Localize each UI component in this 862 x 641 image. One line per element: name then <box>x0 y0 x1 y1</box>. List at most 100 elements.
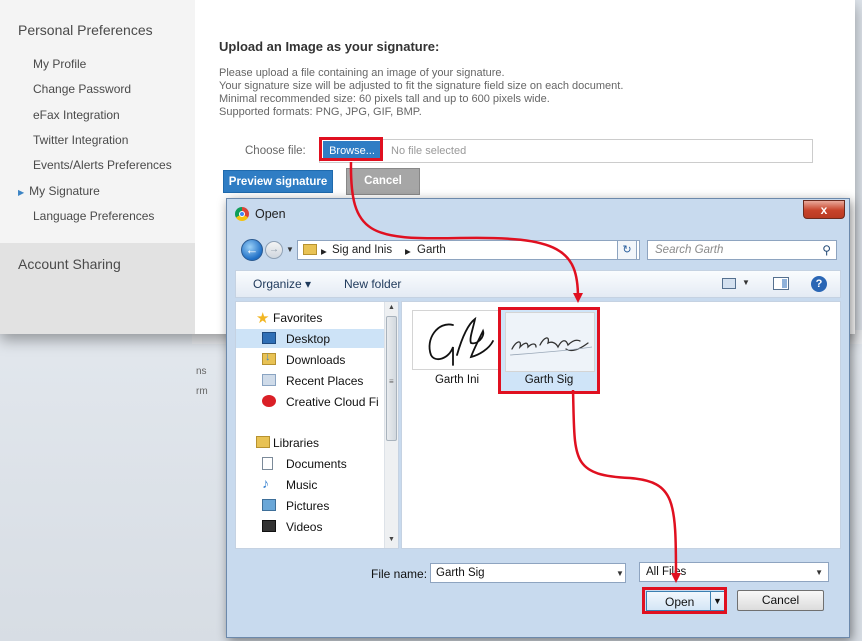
search-placeholder: Search Garth <box>655 244 724 256</box>
nav-item-recent-places[interactable]: Recent Places <box>236 371 386 390</box>
change-view-icon[interactable] <box>722 278 736 289</box>
dialog-cancel-button[interactable]: Cancel <box>737 590 824 611</box>
downloads-icon: ↓ <box>262 351 276 365</box>
recent-locations-dropdown[interactable]: ▼ <box>286 245 294 254</box>
file-name-value: Garth Sig <box>436 567 485 579</box>
browse-highlight-box <box>319 137 383 161</box>
nav-item-label: Music <box>286 478 318 492</box>
file-item-garth-ini[interactable]: Garth Ini <box>407 310 507 392</box>
account-sharing-label: Account Sharing <box>18 256 121 272</box>
nav-item-pictures[interactable]: Pictures <box>236 496 386 515</box>
file-type-select[interactable]: All Files ▼ <box>639 562 829 582</box>
sidebar-item-events-alerts[interactable]: Events/Alerts Preferences <box>33 158 172 172</box>
upload-instruction: Please upload a file containing an image… <box>219 67 505 79</box>
dialog-title: Open <box>255 207 286 221</box>
nav-item-label: Downloads <box>286 353 346 367</box>
nav-item-videos[interactable]: Videos <box>236 517 386 536</box>
chrome-icon <box>235 207 249 221</box>
nav-item-desktop[interactable]: Desktop <box>236 329 386 348</box>
creative-cloud-icon <box>262 395 276 407</box>
sidebar: Personal Preferences My Profile Change P… <box>0 0 195 334</box>
nav-item-label: Libraries <box>273 436 320 450</box>
sidebar-item-twitter-integration[interactable]: Twitter Integration <box>33 133 128 147</box>
music-icon: ♪ <box>262 475 269 491</box>
desktop-icon <box>262 332 276 344</box>
chevron-down-icon[interactable]: ▼ <box>815 568 823 577</box>
upload-instruction: Your signature size will be adjusted to … <box>219 80 624 92</box>
nav-item-creative-cloud-files[interactable]: Creative Cloud Fi <box>236 392 386 411</box>
sidebar-section-account-sharing[interactable]: Account Sharing <box>0 243 195 334</box>
documents-icon <box>262 457 273 470</box>
scrollbar-thumb[interactable]: ≡ <box>386 316 397 441</box>
sidebar-item-change-password[interactable]: Change Password <box>33 82 131 96</box>
signature-thumbnail-sig <box>505 312 595 372</box>
nav-item-documents[interactable]: Documents <box>236 454 386 473</box>
recent-places-icon <box>262 374 276 386</box>
nav-item-music[interactable]: ♪ Music <box>236 475 386 494</box>
upload-instruction: Supported formats: PNG, JPG, GIF, BMP. <box>219 106 422 118</box>
nav-item-downloads[interactable]: ↓ Downloads <box>236 350 386 369</box>
file-name-label: File name: <box>371 567 428 581</box>
file-name-input[interactable]: Garth Sig ▼ <box>430 563 626 583</box>
help-icon[interactable]: ? <box>811 276 827 292</box>
back-arrow-icon: ← <box>245 242 259 257</box>
file-name-label: Garth Ini <box>434 374 480 386</box>
forward-arrow-icon: → <box>269 244 279 255</box>
navigation-scrollbar[interactable]: ▲ ≡ ▼ <box>384 302 398 548</box>
breadcrumb-separator-icon: ▸ <box>321 246 327 258</box>
refresh-button[interactable]: ↻ <box>617 240 637 260</box>
sidebar-item-my-signature[interactable]: ▶ My Signature <box>18 184 100 198</box>
search-icon[interactable]: ⚲ <box>822 243 831 257</box>
grip-icon: ≡ <box>389 377 394 386</box>
breadcrumb-item[interactable]: Sig and Inis <box>332 244 392 256</box>
file-list-pane: Garth Ini Garth Sig <box>401 301 841 549</box>
address-row: ← → ▼ ▸ Sig and Inis ▸ Garth ▼ ↻ Search … <box>227 235 849 265</box>
chevron-down-icon[interactable]: ▼ <box>616 569 624 578</box>
file-type-value: All Files <box>646 566 687 578</box>
chevron-down-icon[interactable]: ▼ <box>742 278 750 287</box>
sidebar-item-efax-integration[interactable]: eFax Integration <box>33 108 120 122</box>
pictures-icon <box>262 499 276 511</box>
close-button[interactable]: x <box>803 200 845 219</box>
breadcrumb-separator-icon: ▸ <box>405 246 411 258</box>
preview-signature-button[interactable]: Preview signature <box>223 170 333 193</box>
nav-item-label: Pictures <box>286 499 330 513</box>
forward-button[interactable]: → <box>265 241 283 259</box>
nav-item-label: Desktop <box>286 332 331 346</box>
sidebar-title: Personal Preferences <box>18 22 153 38</box>
background-text-fragment: ns <box>196 366 207 377</box>
background-text-fragment: rm <box>196 386 208 397</box>
file-item-garth-sig[interactable]: Garth Sig <box>498 307 600 394</box>
back-button[interactable]: ← <box>241 239 263 261</box>
address-bar[interactable]: ▸ Sig and Inis ▸ Garth ▼ <box>297 240 640 260</box>
search-input[interactable]: Search Garth ⚲ <box>647 240 837 260</box>
dialog-titlebar[interactable]: Open x <box>227 199 849 231</box>
file-status-text: No file selected <box>391 145 467 157</box>
libraries-icon <box>256 436 270 448</box>
organize-menu[interactable]: Organize ▾ <box>253 277 311 291</box>
preview-pane-icon[interactable] <box>773 277 789 290</box>
sidebar-item-my-profile[interactable]: My Profile <box>33 57 86 71</box>
breadcrumb-item[interactable]: Garth <box>417 244 446 256</box>
sidebar-item-label: My Signature <box>29 184 100 198</box>
nav-item-label: Videos <box>286 520 323 534</box>
open-highlight-box <box>642 587 727 614</box>
nav-item-favorites[interactable]: ★ Favorites <box>236 308 386 327</box>
cancel-button[interactable]: Cancel <box>346 168 420 195</box>
navigation-pane: ★ Favorites Desktop ↓ Downloads Recent P… <box>235 301 399 549</box>
folder-icon <box>303 244 317 255</box>
upload-instruction: Minimal recommended size: 60 pixels tall… <box>219 93 550 105</box>
choose-file-label: Choose file: <box>245 145 306 157</box>
scroll-up-icon[interactable]: ▲ <box>388 304 395 311</box>
signature-thumbnail-ini <box>412 310 502 370</box>
open-file-dialog: Open x ← → ▼ ▸ Sig and Inis ▸ Garth ▼ ↻ … <box>226 198 850 638</box>
dialog-toolbar: Organize ▾ New folder ▼ ? <box>235 270 841 298</box>
upload-title: Upload an Image as your signature: <box>219 39 440 54</box>
scroll-down-icon[interactable]: ▼ <box>388 536 395 543</box>
star-icon: ★ <box>256 310 270 327</box>
nav-item-libraries[interactable]: Libraries <box>236 433 386 452</box>
nav-item-label: Favorites <box>273 311 323 325</box>
sidebar-item-language-preferences[interactable]: Language Preferences <box>33 209 154 223</box>
file-name-label: Garth Sig <box>524 374 574 386</box>
new-folder-button[interactable]: New folder <box>344 277 401 291</box>
